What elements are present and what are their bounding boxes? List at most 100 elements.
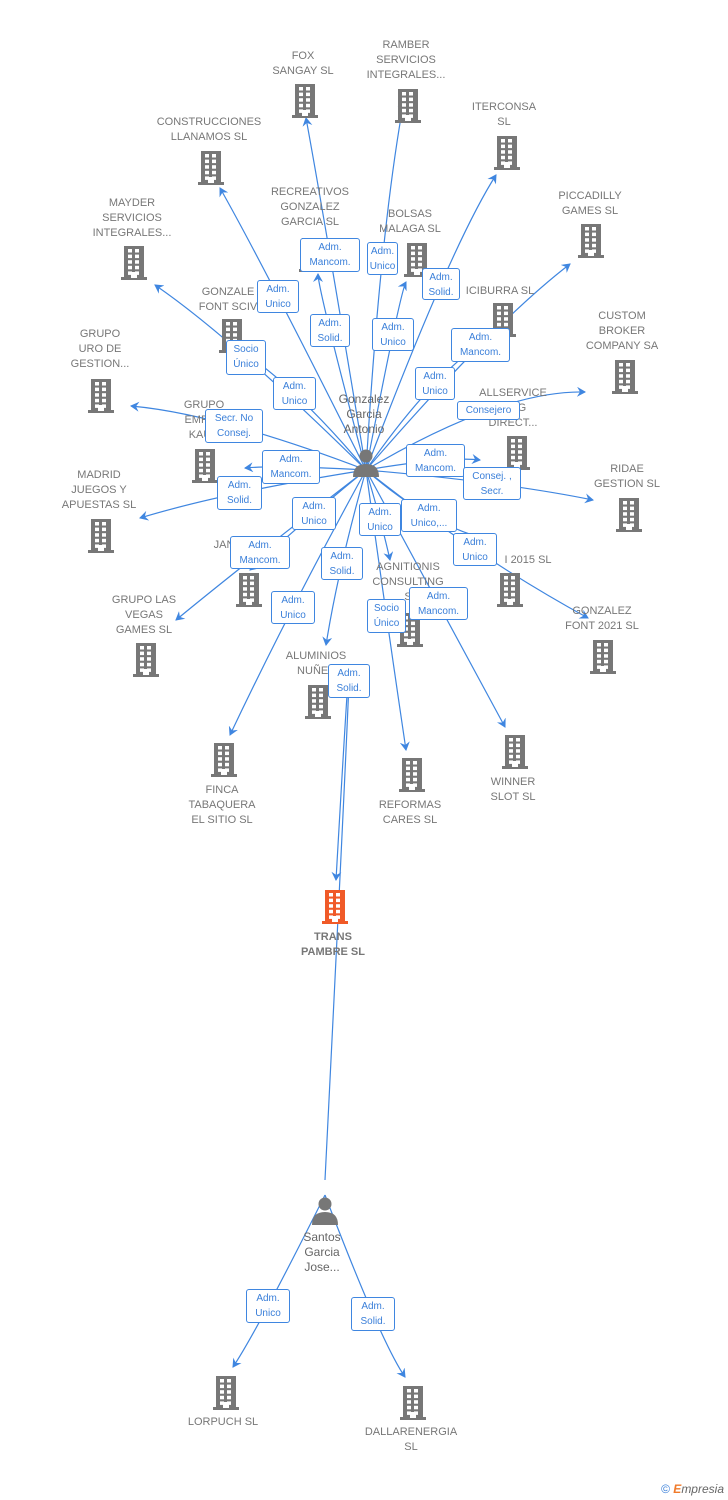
label-line: Adm.	[227, 480, 252, 491]
company-name[interactable]: MADRID JUEGOS Y APUESTAS SL	[62, 468, 136, 513]
label-line: REFORMAS	[378, 799, 442, 811]
person-icon[interactable]	[310, 1195, 340, 1225]
building-icon[interactable]	[502, 436, 532, 470]
role-badge: Adm. Unico	[292, 497, 336, 530]
company-name[interactable]: I 2015 SL	[504, 553, 551, 568]
label-line: GRUPO LAS	[111, 594, 177, 606]
company-name[interactable]: GONZALEZ FONT 2021 SL	[565, 604, 639, 634]
label-line: Unico	[280, 610, 306, 621]
company-name[interactable]: RAMBER SERVICIOS INTEGRALES...	[367, 38, 446, 83]
role-badge: Adm. Mancom.	[230, 536, 290, 569]
building-icon[interactable]	[393, 89, 423, 123]
building-icon[interactable]	[190, 449, 220, 483]
company-name[interactable]: FINCA TABAQUERA EL SITIO SL	[188, 783, 255, 828]
label-line: Mancom.	[417, 606, 460, 617]
company-name[interactable]: REFORMAS CARES SL	[379, 798, 441, 828]
label-line: ALLSERVICE	[479, 387, 547, 399]
label-line: Solid.	[336, 683, 362, 694]
role-badge: Adm. Unico	[367, 242, 398, 275]
building-icon[interactable]	[86, 519, 116, 553]
company-name[interactable]: RIDAE GESTION SL	[594, 462, 660, 492]
building-icon[interactable]	[398, 1386, 428, 1420]
role-badge: Socio Único	[367, 599, 406, 633]
label-line: Unico	[380, 337, 406, 348]
building-icon[interactable]	[495, 573, 525, 607]
label-line: Consej. ,	[472, 471, 512, 482]
label-line: INTEGRALES...	[366, 69, 446, 81]
company-name[interactable]: PICCADILLY GAMES SL	[558, 189, 621, 219]
building-icon[interactable]	[397, 758, 427, 792]
label-line: URO DE	[78, 343, 122, 355]
building-icon[interactable]	[588, 640, 618, 674]
label-line: Unico	[281, 396, 308, 407]
company-name[interactable]: ITERCONSA SL	[472, 100, 536, 130]
label-line: GONZALEZ	[572, 605, 632, 617]
label-line: Secr. No	[214, 413, 254, 424]
company-name[interactable]: MAYDER SERVICIOS INTEGRALES...	[93, 196, 172, 241]
building-icon[interactable]	[290, 84, 320, 118]
label-line: Unico	[367, 522, 393, 533]
building-icon[interactable]	[614, 498, 644, 532]
role-badge: Adm. Unico	[453, 533, 497, 566]
building-icon[interactable]	[86, 379, 116, 413]
company-name[interactable]: RECREATIVOS GONZALEZ GARCIA SL	[271, 185, 349, 230]
company-name[interactable]: FOX SANGAY SL	[272, 49, 333, 79]
label-line: Mancom.	[459, 347, 502, 358]
role-badge: Adm. Unico	[257, 280, 299, 313]
label-line: COMPANY SA	[585, 340, 659, 352]
company-name[interactable]: DALLARENERGIA SL	[365, 1425, 457, 1455]
label-line: GAMES SL	[115, 624, 173, 636]
company-name[interactable]: GONZALE FONT SCIV	[199, 285, 257, 315]
label-line: CONSTRUCCIONES	[156, 116, 262, 128]
label-line: RIDAE	[610, 463, 644, 475]
building-icon[interactable]	[131, 643, 161, 677]
building-icon[interactable]	[196, 151, 226, 185]
company-name[interactable]: WINNER SLOT SL	[490, 775, 535, 805]
label-line: Garcia	[346, 407, 382, 421]
label-line: MALAGA SL	[379, 223, 441, 235]
label-line: Adm.	[429, 272, 453, 283]
company-name[interactable]: ICIBURRA SL	[466, 284, 534, 299]
person-icon[interactable]	[351, 447, 381, 477]
company-name[interactable]: LORPUCH SL	[188, 1415, 258, 1430]
company-name[interactable]: GRUPO URO DE GESTION...	[71, 327, 130, 372]
label-line: Adm.	[368, 507, 392, 518]
building-icon[interactable]	[576, 224, 606, 258]
label-line: LLANAMOS SL	[170, 131, 248, 143]
person-name[interactable]: Santos Garcia Jose...	[303, 1230, 340, 1275]
label-line: Adm.	[281, 595, 305, 606]
building-icon[interactable]	[610, 360, 640, 394]
copyright-symbol: ©	[661, 1482, 670, 1496]
label-line: MAYDER	[108, 197, 156, 209]
label-line: Adm.	[266, 284, 290, 295]
label-line: Unico	[255, 1308, 281, 1319]
label-line: Antonio	[343, 422, 385, 436]
role-badge: Adm. Unico	[359, 503, 401, 536]
building-icon[interactable]	[234, 573, 264, 607]
label-line: Solid.	[360, 1316, 386, 1327]
label-line: Mancom.	[239, 555, 281, 566]
label-line: Adm.	[256, 1293, 280, 1304]
company-name[interactable]: CONSTRUCCIONES LLANAMOS SL	[157, 115, 262, 145]
building-icon[interactable]	[211, 1376, 241, 1410]
label-line: BOLSAS	[387, 208, 433, 220]
label-line: Adm.	[337, 668, 361, 679]
label-line: Adm.	[468, 332, 493, 343]
label-line: GESTION SL	[593, 478, 661, 490]
company-name[interactable]: TRANS PAMBRE SL	[301, 930, 365, 960]
empresia-logo[interactable]: © Empresia	[661, 1482, 724, 1496]
network-diagram: © Empresia Gonzalez Garcia Antonio Santos Ga…	[0, 0, 728, 1500]
building-icon[interactable]	[119, 246, 149, 280]
company-name[interactable]: BOLSAS MALAGA SL	[379, 207, 441, 237]
label-line: Socio	[373, 603, 399, 614]
building-icon[interactable]	[209, 743, 239, 777]
building-icon[interactable]	[320, 890, 350, 924]
person-name[interactable]: Gonzalez Garcia Antonio	[339, 392, 390, 437]
label-line: ITERCONSA	[471, 101, 537, 113]
building-icon[interactable]	[492, 136, 522, 170]
company-name[interactable]: GRUPO LAS VEGAS GAMES SL	[112, 593, 176, 638]
building-icon[interactable]	[500, 735, 530, 769]
edge-arrow	[313, 273, 367, 471]
label-line: Único	[373, 618, 400, 629]
company-name[interactable]: CUSTOM BROKER COMPANY SA	[586, 309, 658, 354]
